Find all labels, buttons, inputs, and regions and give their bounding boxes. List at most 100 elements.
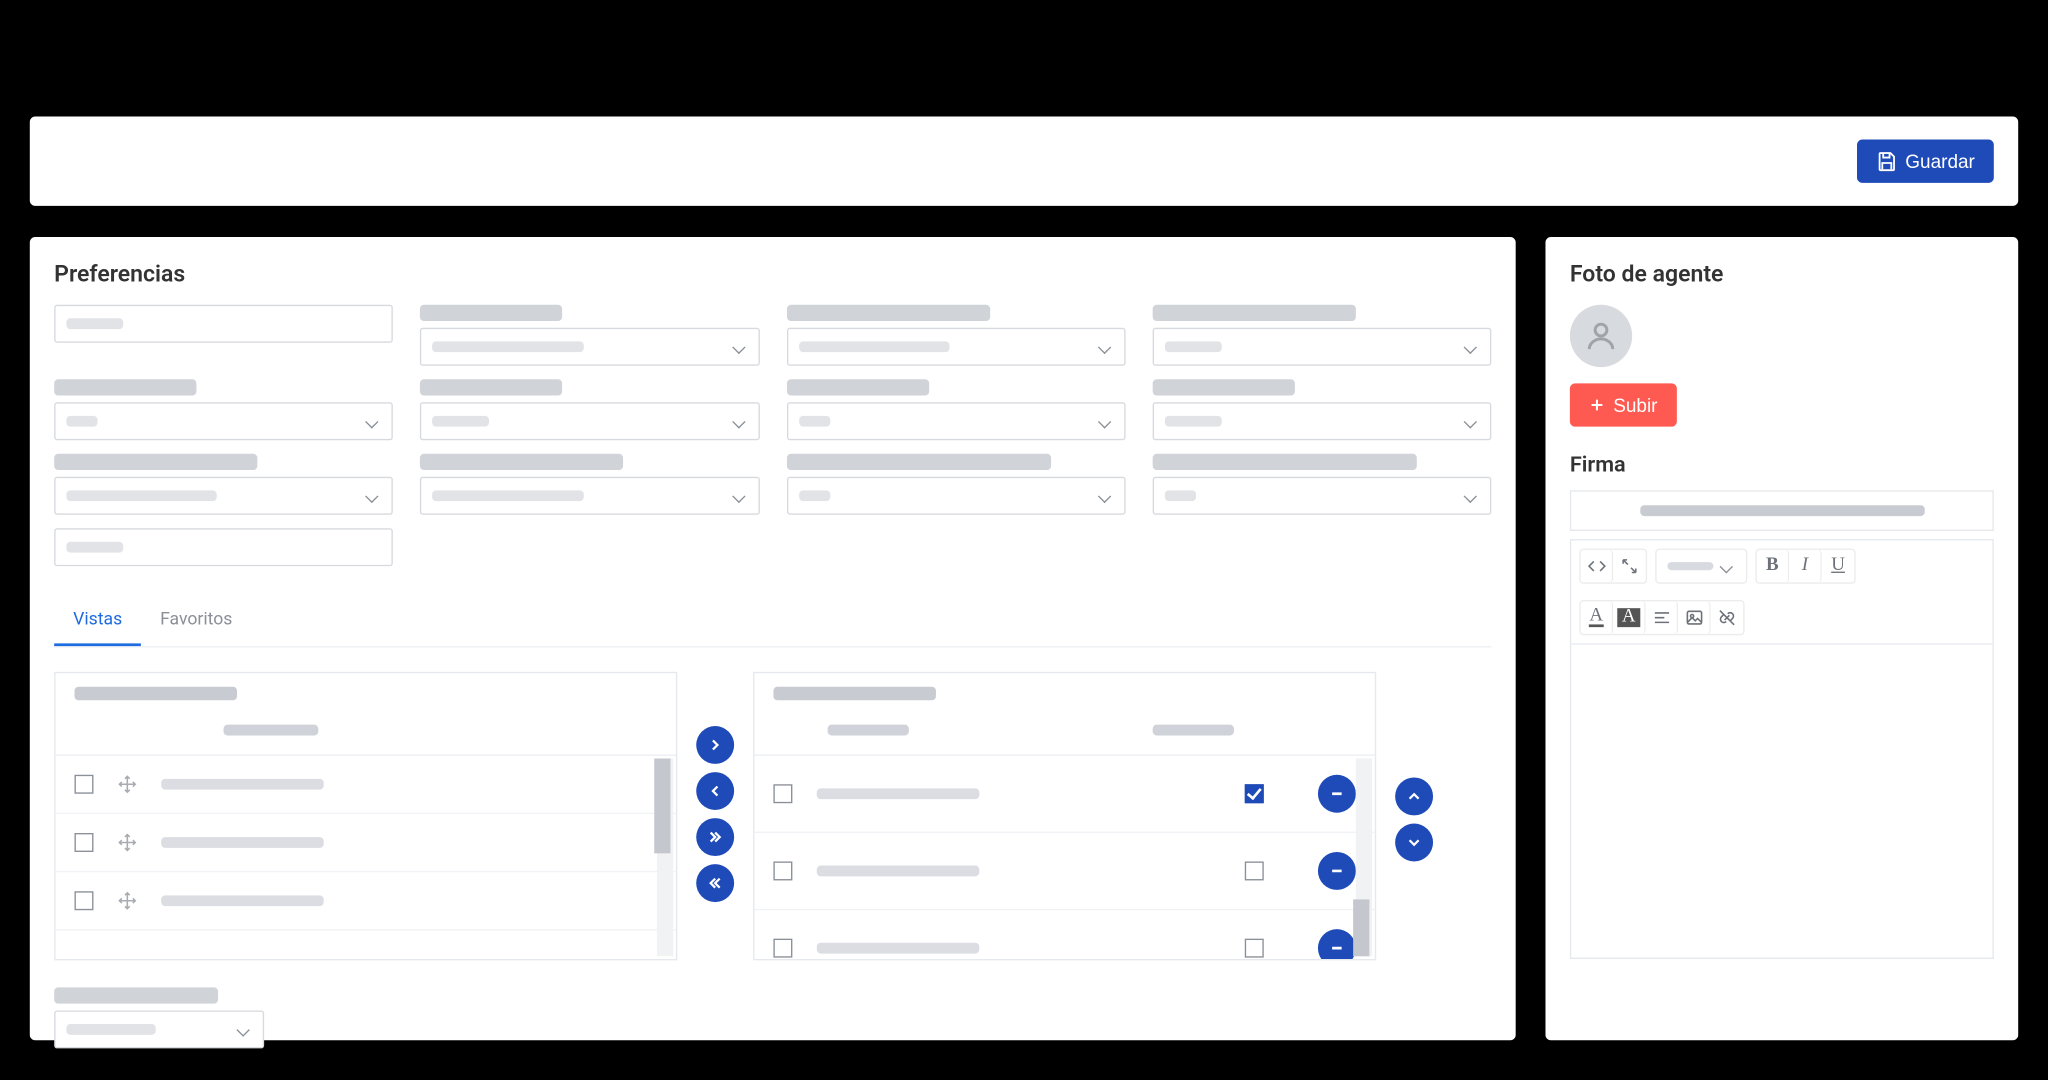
scrollbar-thumb[interactable] [654, 759, 670, 854]
row-checkbox[interactable] [74, 891, 93, 910]
pref-select[interactable] [54, 1010, 264, 1048]
below-select-row [54, 987, 1491, 1048]
underline-button[interactable]: U [1822, 550, 1855, 583]
pref-select[interactable] [786, 402, 1125, 440]
avatar-placeholder: > [1570, 305, 1632, 367]
move-all-right-button[interactable] [696, 818, 734, 856]
pref-select[interactable] [54, 402, 393, 440]
bold-button[interactable]: B [1757, 550, 1790, 583]
pref-select[interactable] [786, 477, 1125, 515]
pref-field [786, 305, 1125, 366]
chevron-down-icon [733, 340, 747, 354]
row-checkbox[interactable] [773, 939, 792, 958]
row-checkbox[interactable] [773, 861, 792, 880]
move-up-button[interactable] [1395, 777, 1433, 815]
pref-field [1152, 454, 1491, 515]
pref-field [54, 379, 393, 440]
signature-source-bar[interactable] [1570, 490, 1994, 531]
scrollbar-track[interactable] [657, 759, 673, 957]
pref-field-label [786, 305, 989, 321]
column-header [1153, 725, 1234, 736]
move-right-button[interactable] [696, 726, 734, 764]
pref-field-label [420, 305, 562, 321]
preferences-title: Preferencias [54, 261, 1491, 288]
preferences-panel: Preferencias [30, 237, 1516, 1040]
list-item[interactable] [754, 756, 1374, 833]
chevron-down-icon [1100, 414, 1114, 428]
order-buttons [1395, 777, 1433, 861]
visibility-checkbox[interactable] [1245, 939, 1264, 958]
save-button-label: Guardar [1905, 150, 1975, 172]
list-item[interactable] [56, 756, 676, 814]
drag-handle-icon[interactable] [118, 833, 137, 852]
pref-field [786, 379, 1125, 440]
pref-field-label [1152, 454, 1416, 470]
pref-select[interactable] [786, 328, 1125, 366]
list-item-label [161, 837, 324, 848]
available-list [54, 672, 677, 961]
remove-row-button[interactable] [1318, 852, 1356, 890]
list-item[interactable] [56, 814, 676, 872]
list-item[interactable] [56, 872, 676, 930]
pref-field [54, 454, 393, 515]
column-header [223, 725, 318, 736]
signature-source-placeholder [1640, 505, 1924, 516]
list-item[interactable] [754, 910, 1374, 959]
side-panel: Foto de agente > Subir Firma [1545, 237, 2018, 1040]
move-all-left-button[interactable] [696, 864, 734, 902]
preferences-grid [54, 305, 1491, 566]
pref-select[interactable] [1152, 402, 1491, 440]
move-down-button[interactable] [1395, 824, 1433, 862]
list-title-row [754, 673, 1374, 700]
selected-list-header [754, 700, 1374, 756]
drag-handle-icon[interactable] [118, 775, 137, 794]
pref-select[interactable] [1152, 477, 1491, 515]
row-checkbox[interactable] [74, 775, 93, 794]
pref-select[interactable] [1152, 328, 1491, 366]
pref-select[interactable] [420, 328, 759, 366]
scrollbar-track[interactable] [1356, 759, 1372, 957]
signature-editor[interactable] [1570, 645, 1994, 959]
font-family-select[interactable] [1655, 549, 1747, 584]
align-button[interactable] [1646, 601, 1679, 634]
save-button[interactable]: Guardar [1857, 140, 1994, 183]
chevron-down-icon [1100, 340, 1114, 354]
list-item-label [817, 943, 980, 954]
column-header [828, 725, 909, 736]
unlink-button[interactable] [1711, 601, 1744, 634]
italic-button[interactable]: I [1789, 550, 1822, 583]
chevron-down-icon [238, 1023, 252, 1037]
fullscreen-button[interactable] [1613, 550, 1646, 583]
list-item-label [817, 788, 980, 799]
font-color-button[interactable]: A [1581, 601, 1614, 634]
scrollbar-thumb[interactable] [1353, 899, 1369, 956]
pref-field [54, 528, 393, 566]
pref-select[interactable] [54, 477, 393, 515]
bg-color-button[interactable]: A [1613, 601, 1646, 634]
list-item-label [161, 779, 324, 790]
move-left-button[interactable] [696, 772, 734, 810]
row-checkbox[interactable] [773, 784, 792, 803]
upload-photo-button[interactable]: Subir [1570, 383, 1677, 426]
insert-image-button[interactable] [1678, 601, 1711, 634]
remove-row-button[interactable] [1318, 929, 1356, 959]
visibility-checkbox[interactable] [1245, 784, 1264, 803]
remove-row-button[interactable] [1318, 775, 1356, 813]
row-checkbox[interactable] [74, 833, 93, 852]
tab-favorites[interactable]: Favoritos [141, 596, 251, 646]
list-item[interactable] [754, 833, 1374, 910]
agent-photo-title: Foto de agente [1570, 261, 1994, 288]
chevron-down-icon [367, 414, 381, 428]
chevron-down-icon [1466, 489, 1480, 503]
pref-text-input[interactable] [54, 528, 393, 566]
pref-select[interactable] [420, 477, 759, 515]
chevron-down-icon [733, 489, 747, 503]
tab-views[interactable]: Vistas [54, 596, 141, 646]
visibility-checkbox[interactable] [1245, 861, 1264, 880]
pref-select[interactable] [420, 402, 759, 440]
available-list-title [74, 687, 237, 701]
pref-field-label [420, 379, 562, 395]
pref-text-input[interactable] [54, 305, 393, 343]
code-view-button[interactable] [1581, 550, 1614, 583]
drag-handle-icon[interactable] [118, 891, 137, 910]
